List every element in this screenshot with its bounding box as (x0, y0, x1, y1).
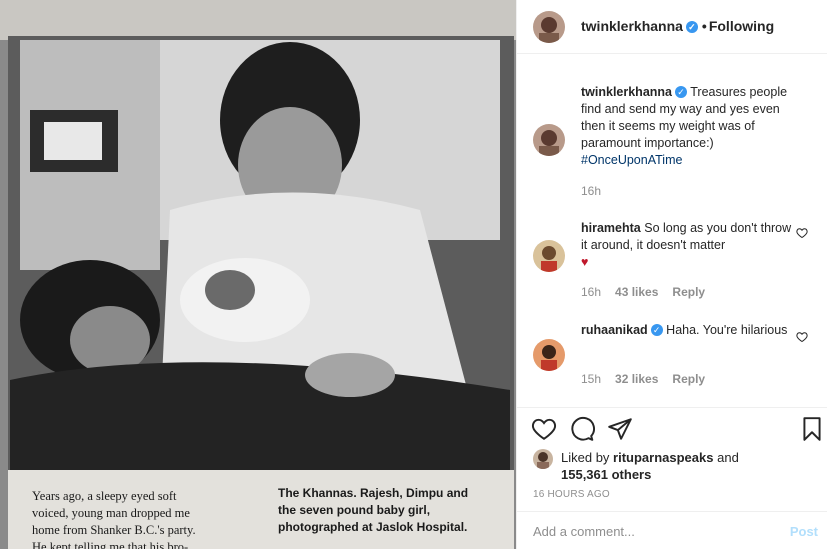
caption-comment: twinklerkhanna ✓ Treasures people find an… (581, 84, 796, 169)
bookmark-icon[interactable] (799, 416, 825, 442)
caption-left-line: Years ago, a sleepy eyed soft (32, 489, 177, 503)
comment-item: hiramehta So long as you don't throw it … (581, 220, 796, 271)
avatar[interactable] (533, 449, 553, 469)
comments-list[interactable]: twinklerkhanna ✓ Treasures people find an… (517, 54, 827, 407)
reply-button[interactable]: Reply (672, 372, 705, 386)
add-comment-input[interactable]: Add a comment... (533, 524, 635, 539)
comment-likes[interactable]: 43 likes (615, 285, 658, 299)
reply-button[interactable]: Reply (672, 285, 705, 299)
heart-icon[interactable] (796, 331, 808, 343)
comment-time[interactable]: 15h (581, 372, 601, 386)
liked-and: and (717, 450, 739, 465)
comment-username[interactable]: ruhaanikad (581, 323, 648, 337)
caption-left-line: home from Shanker B.C.'s party. (32, 523, 196, 537)
caption-right-line: the seven pound baby girl, (278, 503, 431, 517)
separator-dot: • (701, 18, 707, 34)
avatar[interactable] (533, 11, 565, 43)
hashtag-link[interactable]: #OnceUponATime (581, 153, 682, 167)
liked-user-link[interactable]: rituparnaspeaks (613, 450, 713, 465)
post-sidebar: twinklerkhanna ✓ • Following twinklerkhanna… (516, 0, 827, 549)
following-button[interactable]: Following (709, 18, 774, 34)
comment-item: ruhaanikad ✓ Haha. You're hilarious (581, 322, 796, 339)
comment-meta: 16h (581, 184, 615, 198)
comment-meta: 15h 32 likes Reply (581, 372, 719, 386)
comment-time[interactable]: 16h (581, 184, 601, 198)
avatar[interactable] (533, 124, 565, 156)
heart-icon[interactable] (531, 416, 557, 442)
caption-right-line: photographed at Jaslok Hospital. (278, 520, 468, 534)
liked-count-link[interactable]: 155,361 others (561, 467, 651, 482)
verified-badge-icon: ✓ (685, 21, 698, 33)
comment-username[interactable]: hiramehta (581, 221, 641, 235)
caption-left-line: He kept telling me that his bro- (32, 540, 189, 549)
avatar[interactable] (533, 339, 565, 371)
comment-icon[interactable] (569, 416, 595, 442)
avatar[interactable] (533, 240, 565, 272)
caption-right-line: The Khannas. Rajesh, Dimpu and (278, 486, 469, 500)
liked-prefix: Liked by (561, 450, 610, 465)
comment-likes[interactable]: 32 likes (615, 372, 658, 386)
username-link[interactable]: twinklerkhanna (581, 18, 683, 34)
header-user-line: twinklerkhanna ✓ • Following (581, 18, 774, 34)
post-header: twinklerkhanna ✓ • Following (517, 0, 827, 54)
photo-caption-left: Years ago, a sleepy eyed soft voiced, yo… (32, 488, 264, 549)
heart-emoji: ♥ (581, 255, 589, 269)
newspaper-photo-image (0, 0, 516, 549)
post-photo[interactable]: Years ago, a sleepy eyed soft voiced, yo… (0, 0, 516, 549)
verified-badge-icon: ✓ (650, 324, 663, 336)
caption-left-line: voiced, young man dropped me (32, 506, 190, 520)
share-icon[interactable] (607, 416, 633, 442)
post-button[interactable]: Post (790, 524, 818, 539)
verified-badge-icon: ✓ (675, 86, 687, 98)
photo-caption-right: The Khannas. Rajesh, Dimpu and the seven… (278, 485, 514, 536)
add-comment-bar: Add a comment... Post (517, 511, 827, 549)
post-timestamp[interactable]: 16 HOURS AGO (533, 489, 610, 500)
comment-time[interactable]: 16h (581, 285, 601, 299)
liked-by-text: Liked by rituparnaspeaks and 155,361 oth… (561, 449, 739, 483)
comment-meta: 16h 43 likes Reply (581, 285, 719, 299)
heart-icon[interactable] (796, 227, 808, 239)
comment-text: Haha. You're hilarious (666, 323, 788, 337)
comment-username[interactable]: twinklerkhanna (581, 85, 672, 99)
